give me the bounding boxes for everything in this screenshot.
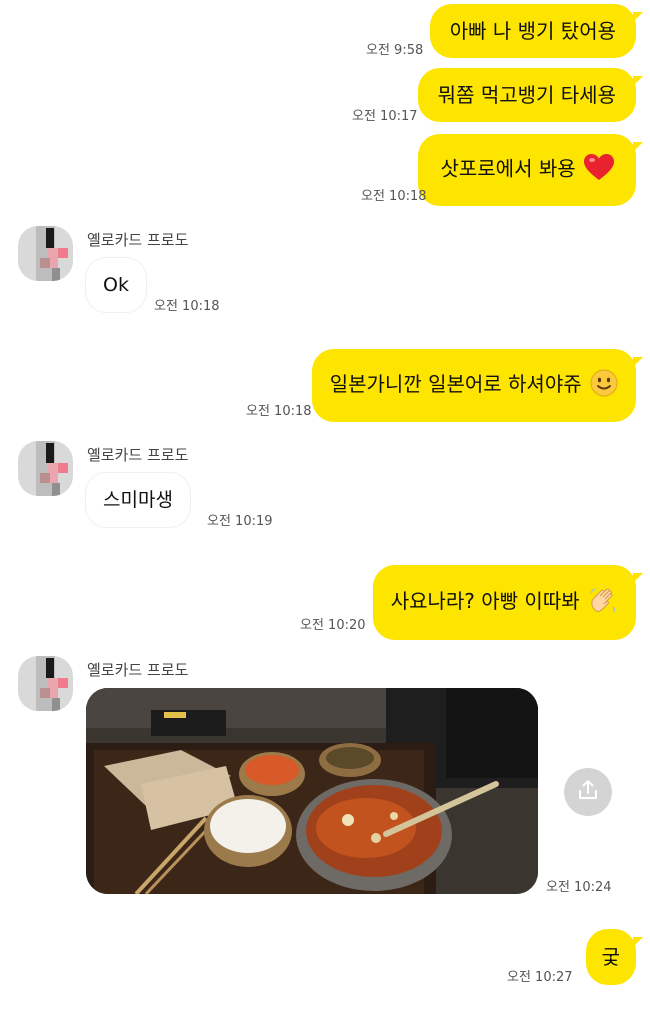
message-text: 일본가니깐 일본어로 하셔야쥬 (329, 372, 582, 396)
message-time: 오전 9:58 (366, 43, 424, 58)
message-text: 아빠 나 뱅기 탔어용 (449, 19, 616, 43)
message-bubble[interactable]: Ok (86, 258, 146, 312)
waving-hand-icon (588, 585, 618, 620)
outgoing-message[interactable]: 아빠 나 뱅기 탔어용 (429, 4, 644, 58)
message-text: 삿포로에서 봐용 (440, 156, 576, 181)
sender-name: 옐로카드 프로도 (87, 446, 189, 464)
message-text: Ok (103, 274, 129, 296)
sender-name: 옐로카드 프로도 (87, 661, 189, 679)
share-icon (577, 779, 599, 805)
outgoing-message[interactable]: 일본가니깐 일본어로 하셔야쥬 (311, 349, 644, 422)
message-text: 스미마생 (103, 489, 173, 511)
outgoing-message[interactable]: 삿포로에서 봐용 (418, 134, 643, 206)
message-time: 오전 10:17 (352, 109, 418, 124)
message-time: 오전 10:24 (546, 880, 612, 895)
message-bubble[interactable]: 스미마생 (86, 473, 190, 527)
heart-icon (584, 154, 614, 186)
message-bubble[interactable]: 삿포로에서 봐용 (418, 134, 643, 206)
message-time: 오전 10:19 (207, 514, 273, 529)
message-bubble[interactable]: 일본가니깐 일본어로 하셔야쥬 (311, 349, 644, 422)
message-time: 오전 10:18 (154, 299, 220, 314)
smiling-face-icon (590, 369, 618, 402)
message-time: 오전 10:20 (300, 618, 366, 633)
avatar[interactable] (18, 656, 73, 711)
outgoing-message[interactable]: 궃 (585, 929, 644, 985)
message-time: 오전 10:18 (361, 189, 427, 204)
outgoing-message[interactable]: 뭐쫌 먹고뱅기 타세용 (417, 68, 644, 122)
message-bubble[interactable]: 궃 (585, 929, 644, 985)
message-time: 오전 10:27 (507, 970, 573, 985)
message-bubble[interactable]: 아빠 나 뱅기 탔어용 (429, 4, 644, 58)
message-bubble[interactable]: 뭐쫌 먹고뱅기 타세용 (417, 68, 644, 122)
message-bubble[interactable]: 사요나라? 아빵 이따봐 (372, 565, 644, 640)
sender-name: 옐로카드 프로도 (87, 231, 189, 249)
message-text: 뭐쫌 먹고뱅기 타세용 (437, 83, 616, 107)
share-button[interactable] (564, 768, 612, 816)
avatar[interactable] (18, 226, 73, 281)
message-text: 사요나라? 아빵 이따봐 (390, 589, 580, 613)
message-text: 궃 (601, 945, 620, 969)
outgoing-message[interactable]: 사요나라? 아빵 이따봐 (372, 565, 644, 640)
avatar[interactable] (18, 441, 73, 496)
food-photo[interactable] (86, 688, 538, 894)
message-time: 오전 10:18 (246, 404, 312, 419)
